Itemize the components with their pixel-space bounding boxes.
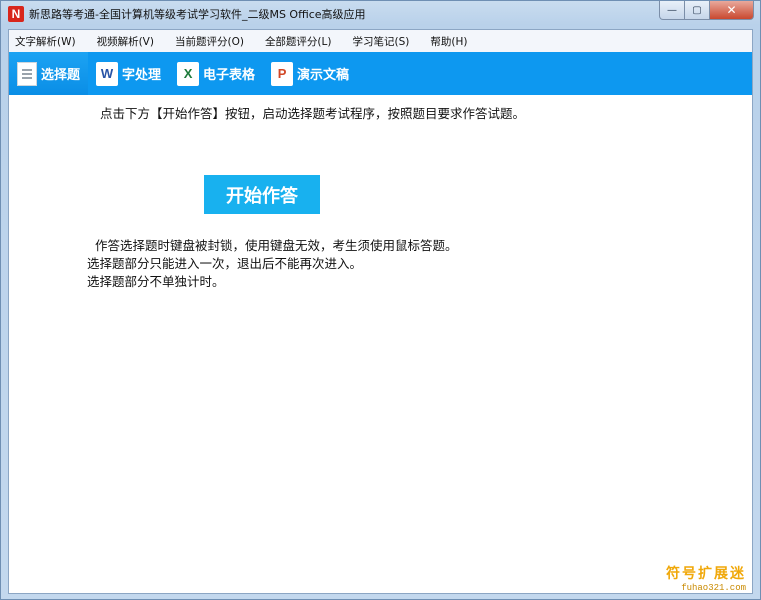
maximize-button[interactable]: ▢: [685, 1, 710, 20]
note-keyboard-locked: 作答选择题时键盘被封锁，使用键盘无效，考生须使用鼠标答题。: [95, 238, 458, 253]
tab-word-processing[interactable]: W 字处理: [88, 52, 169, 95]
tab-presentation[interactable]: P 演示文稿: [263, 52, 357, 95]
tab-presentation-label: 演示文稿: [297, 68, 350, 83]
menu-help[interactable]: 帮助(H): [430, 34, 467, 49]
client-area: 文字解析(W) 视频解析(V) 当前题评分(O) 全部题评分(L) 学习笔记(S…: [8, 29, 753, 594]
word-icon: W: [96, 61, 119, 86]
watermark-text: 符号扩展迷: [666, 566, 746, 582]
close-button[interactable]: ✕: [710, 1, 754, 20]
note-single-entry: 选择题部分只能进入一次，退出后不能再次进入。: [87, 256, 363, 271]
menu-video-analysis[interactable]: 视频解析(V): [97, 34, 154, 49]
tab-spreadsheet-label: 电子表格: [203, 68, 256, 83]
document-icon: [17, 61, 37, 86]
window-title: 新思路等考通-全国计算机等级考试学习软件_二级MS Office高级应用: [29, 8, 366, 21]
note-no-separate-timer: 选择题部分不单独计时。: [87, 274, 225, 289]
watermark-url: fuhao321.com: [681, 583, 746, 593]
app-logo-icon: N: [8, 6, 24, 22]
main-content: 点击下方【开始作答】按钮，启动选择题考试程序，按照题目要求作答试题。 开始作答 …: [9, 95, 752, 593]
menu-text-analysis[interactable]: 文字解析(W): [15, 34, 76, 49]
menu-bar: 文字解析(W) 视频解析(V) 当前题评分(O) 全部题评分(L) 学习笔记(S…: [9, 30, 752, 52]
tab-word-processing-label: 字处理: [122, 68, 162, 83]
menu-score-all[interactable]: 全部题评分(L): [265, 34, 332, 49]
menu-study-notes[interactable]: 学习笔记(S): [352, 34, 409, 49]
powerpoint-icon: P: [271, 61, 294, 86]
instruction-text: 点击下方【开始作答】按钮，启动选择题考试程序，按照题目要求作答试题。: [100, 106, 526, 121]
watermark: 符号扩展迷 fuhao321.com: [666, 563, 746, 593]
title-bar[interactable]: N 新思路等考通-全国计算机等级考试学习软件_二级MS Office高级应用 —…: [1, 1, 760, 27]
module-toolbar: 选择题 W 字处理 X 电子表格 P 演示文稿: [9, 52, 752, 95]
tab-multiple-choice[interactable]: 选择题: [9, 52, 89, 95]
excel-icon: X: [177, 61, 200, 86]
window-controls: — ▢ ✕: [659, 1, 754, 21]
tab-spreadsheet[interactable]: X 电子表格: [169, 52, 263, 95]
tab-multiple-choice-label: 选择题: [41, 68, 81, 83]
start-answer-button[interactable]: 开始作答: [204, 175, 320, 214]
app-window: N 新思路等考通-全国计算机等级考试学习软件_二级MS Office高级应用 —…: [0, 0, 761, 600]
minimize-button[interactable]: —: [659, 1, 685, 20]
menu-score-current[interactable]: 当前题评分(O): [175, 34, 244, 49]
